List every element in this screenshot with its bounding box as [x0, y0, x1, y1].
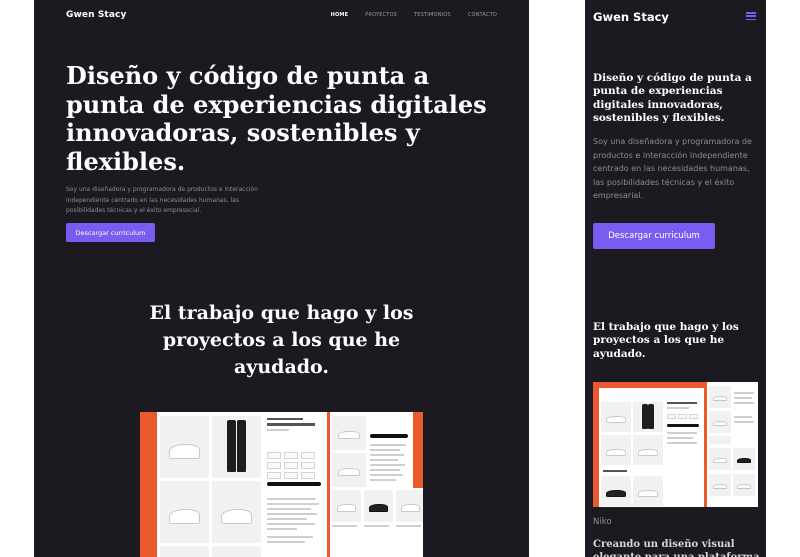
shop-page-mock-grid	[707, 444, 758, 507]
desktop-navbar: Gwen Stacy HOME PROYECTOS TESTIMONIOS CO…	[34, 0, 529, 32]
download-cv-button[interactable]: Descargar curriculum	[66, 223, 155, 242]
work-section-title: El trabajo que hago y los proyectos a lo…	[149, 302, 414, 378]
product-photo-shoe	[160, 546, 209, 557]
download-cv-button[interactable]: Descargar curriculum	[593, 223, 715, 249]
brand-logo[interactable]: Gwen Stacy	[66, 10, 126, 20]
product-photo-shoe	[212, 481, 261, 543]
project-showcase-image[interactable]	[140, 412, 423, 557]
shop-page-mock-grid	[330, 488, 423, 557]
project-title[interactable]: Creando un diseño visual elegante para u…	[593, 538, 761, 557]
product-photo-shoe	[160, 481, 209, 543]
nav-link-contacto[interactable]: CONTACTO	[468, 12, 497, 18]
hero-title: Diseño y código de punta a punta de expe…	[66, 61, 487, 176]
product-photo-shoe	[160, 416, 209, 478]
product-photo-pants	[212, 416, 261, 478]
shop-page-mock	[157, 412, 327, 557]
project-name: Niko	[593, 517, 612, 527]
add-to-bag-mock-button	[267, 482, 321, 486]
hamburger-menu-icon[interactable]	[746, 12, 756, 21]
nav-link-home[interactable]: HOME	[331, 12, 349, 18]
shop-page-mock	[599, 388, 704, 507]
nav-link-testimonios[interactable]: TESTIMONIOS	[414, 12, 451, 18]
nav-link-proyectos[interactable]: PROYECTOS	[365, 12, 397, 18]
hero-description: Soy una diseñadora y programadora de pro…	[593, 137, 752, 200]
nav-links: HOME PROYECTOS TESTIMONIOS CONTACTO	[331, 12, 497, 18]
hero-title: Diseño y código de punta a punta de expe…	[593, 72, 752, 125]
mobile-mockup: Gwen Stacy Diseño y código de punta a pu…	[585, 0, 766, 557]
hero-description: Soy una diseñadora y programadora de pro…	[66, 186, 258, 214]
project-showcase-image[interactable]	[593, 382, 758, 507]
desktop-mockup: Gwen Stacy HOME PROYECTOS TESTIMONIOS CO…	[34, 0, 529, 557]
brand-logo[interactable]: Gwen Stacy	[593, 10, 669, 24]
product-photo-shoe	[212, 546, 261, 557]
work-section-title: El trabajo que hago y los proyectos a lo…	[593, 321, 739, 360]
